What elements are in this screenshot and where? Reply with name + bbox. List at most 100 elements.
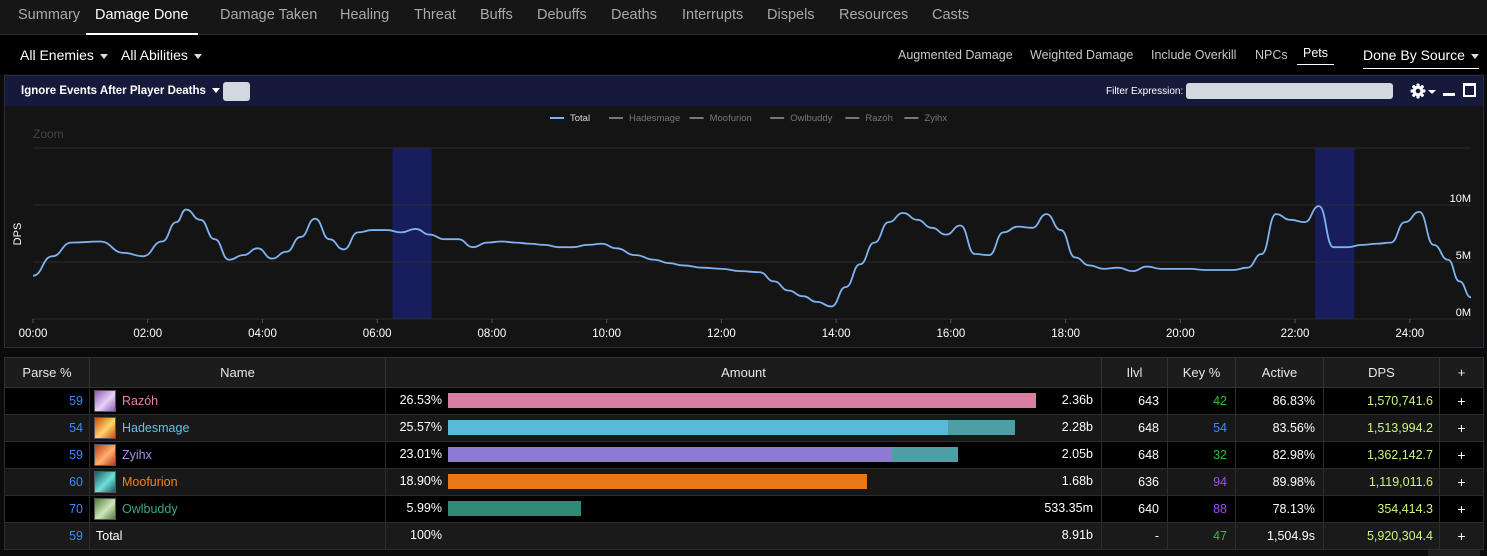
legend-item: Total — [570, 113, 590, 124]
ilvl-cell: - — [1101, 522, 1168, 550]
enemies-dropdown[interactable]: All Enemies — [20, 47, 108, 63]
amount-value: 8.91b — [1061, 528, 1093, 542]
tab-debuffs[interactable]: Debuffs — [537, 0, 587, 33]
y-tick-label: 10M — [1450, 193, 1471, 205]
table-row: 60 Moofurion 18.90% 1.68b 636 94 89.98% 1,1… — [4, 468, 1484, 496]
options-toggle[interactable] — [223, 82, 250, 101]
amount-value: 2.36b — [1061, 393, 1093, 407]
parse-cell: 59 — [4, 441, 90, 469]
amount-bar-direct — [448, 501, 581, 516]
player-link[interactable]: Owlbuddy — [94, 498, 385, 520]
expand-button[interactable]: + — [1439, 441, 1484, 469]
amount-percent: 23.01% — [399, 447, 442, 461]
key-percent-cell: 47 — [1167, 522, 1236, 550]
tab-interrupts[interactable]: Interrupts — [682, 0, 743, 33]
header-active[interactable]: Active — [1235, 357, 1324, 388]
player-link[interactable]: Razóh — [94, 390, 385, 412]
settings-dropdown[interactable] — [1410, 82, 1440, 100]
header-dps[interactable]: DPS — [1323, 357, 1440, 388]
header-name[interactable]: Name — [89, 357, 386, 388]
amount-bar-direct — [448, 447, 892, 462]
tab-damage-taken[interactable]: Damage Taken — [220, 0, 317, 33]
active-cell: 83.56% — [1235, 414, 1324, 442]
tab-dispels[interactable]: Dispels — [767, 0, 815, 33]
x-tick-label: 18:00 — [1051, 328, 1080, 340]
table-row: 54 Hadesmage 25.57% 2.28b 648 54 83.56% 1,5… — [4, 414, 1484, 442]
done-by-dropdown[interactable]: Done By Source — [1363, 47, 1479, 69]
ilvl-cell: 643 — [1101, 387, 1168, 415]
expand-button[interactable]: + — [1439, 387, 1484, 415]
name-cell[interactable]: Hadesmage — [89, 414, 386, 442]
parse-cell: 59 — [4, 387, 90, 415]
amount-percent: 18.90% — [399, 474, 442, 488]
table-row: 59 Razóh 26.53% 2.36b 643 42 86.83% 1,570,7… — [4, 387, 1484, 415]
legend-item: Hadesmage — [629, 113, 680, 124]
tab-resources[interactable]: Resources — [839, 0, 908, 33]
tab-deaths[interactable]: Deaths — [611, 0, 657, 33]
option-pets[interactable]: Pets — [1297, 46, 1335, 65]
name-cell[interactable]: Zyihx — [89, 441, 386, 469]
name-cell[interactable]: Moofurion — [89, 468, 386, 496]
expand-button[interactable]: + — [1439, 495, 1484, 523]
legend-item: Owlbuddy — [790, 113, 832, 124]
active-cell: 78.13% — [1235, 495, 1324, 523]
x-tick-label: 06:00 — [363, 328, 392, 340]
tab-casts[interactable]: Casts — [932, 0, 969, 33]
class-spec-icon — [94, 471, 116, 493]
ignore-events-dropdown[interactable]: Ignore Events After Player Deaths — [21, 85, 220, 97]
player-link[interactable]: Hadesmage — [94, 417, 385, 439]
filter-expression-input[interactable] — [1186, 83, 1393, 99]
tab-summary[interactable]: Summary — [18, 0, 80, 33]
chevron-down-icon — [99, 53, 108, 59]
abilities-dropdown[interactable]: All Abilities — [121, 47, 202, 63]
tab-healing[interactable]: Healing — [340, 0, 389, 33]
header-key[interactable]: Key % — [1167, 357, 1236, 388]
expand-button[interactable]: + — [1439, 468, 1484, 496]
option-include-overkill[interactable]: Include Overkill — [1151, 48, 1236, 62]
filter-expression-label: Filter Expression: — [1106, 86, 1184, 97]
name-cell[interactable]: Owlbuddy — [89, 495, 386, 523]
class-spec-icon — [94, 498, 116, 520]
dps-line-chart[interactable]: Zoom DPS Total Hadesmage Moofurion Owlbuddy… — [5, 106, 1483, 347]
option-npcs[interactable]: NPCs — [1255, 48, 1288, 62]
amount-bar — [448, 501, 1036, 516]
maximize-icon[interactable] — [1463, 83, 1476, 97]
expand-button[interactable]: + — [1439, 522, 1484, 550]
scrollbar-handle[interactable] — [1428, 550, 1480, 556]
filter-bar: All Enemies All Abilities Augmented Dama… — [0, 35, 1487, 74]
player-link[interactable]: Moofurion — [94, 471, 385, 493]
table-row: 59 Zyihx 23.01% 2.05b 648 32 82.98% 1,362,1… — [4, 441, 1484, 469]
tab-threat[interactable]: Threat — [414, 0, 456, 33]
header-amount[interactable]: Amount — [385, 357, 1102, 388]
name-cell[interactable]: Razóh — [89, 387, 386, 415]
dps-cell: 1,513,994.2 — [1323, 414, 1440, 442]
x-tick-label: 14:00 — [822, 328, 851, 340]
ilvl-cell: 648 — [1101, 441, 1168, 469]
class-spec-icon — [94, 417, 116, 439]
enemies-dropdown-label: All Enemies — [20, 47, 94, 63]
header-ilvl[interactable]: Ilvl — [1101, 357, 1168, 388]
amount-value: 2.28b — [1061, 420, 1093, 434]
tab-damage-done[interactable]: Damage Done — [86, 0, 198, 35]
minimize-icon[interactable] — [1443, 93, 1455, 96]
header-parse[interactable]: Parse % — [4, 357, 90, 388]
tab-buffs[interactable]: Buffs — [480, 0, 513, 33]
option-weighted-damage[interactable]: Weighted Damage — [1030, 48, 1133, 62]
gear-icon — [1410, 83, 1436, 99]
table-row: 70 Owlbuddy 5.99% 533.35m 640 88 78.13% 354… — [4, 495, 1484, 523]
player-name: Razóh — [122, 394, 159, 408]
player-link[interactable]: Zyihx — [94, 444, 385, 466]
x-tick-label: 16:00 — [936, 328, 965, 340]
dps-cell: 5,920,304.4 — [1323, 522, 1440, 550]
ilvl-cell: 648 — [1101, 414, 1168, 442]
done-by-dropdown-label: Done By Source — [1363, 47, 1465, 63]
key-percent-cell: 88 — [1167, 495, 1236, 523]
header-plus[interactable]: + — [1439, 357, 1484, 388]
amount-bar — [448, 420, 1036, 435]
active-cell: 86.83% — [1235, 387, 1324, 415]
option-augmented-damage[interactable]: Augmented Damage — [898, 48, 1013, 62]
report-tabs: Summary Damage Done Damage Taken Healing… — [0, 0, 1487, 35]
expand-button[interactable]: + — [1439, 414, 1484, 442]
amount-percent: 5.99% — [406, 501, 442, 515]
ilvl-cell: 640 — [1101, 495, 1168, 523]
